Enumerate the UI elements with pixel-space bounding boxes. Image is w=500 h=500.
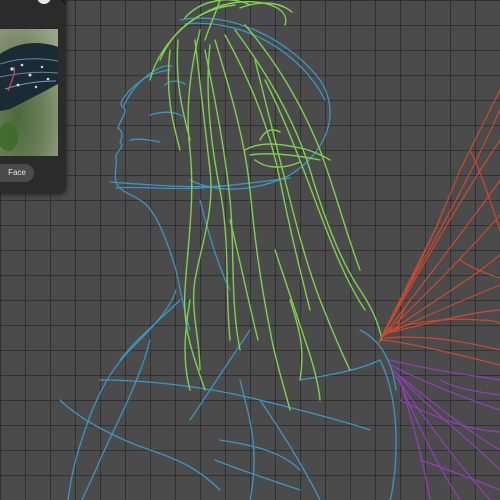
sketch-artwork <box>59 0 500 500</box>
hair-sketch-layer <box>149 0 383 411</box>
reference-photo <box>0 29 58 156</box>
reference-panel[interactable]: Face ✕ <box>0 0 66 194</box>
pin-icon <box>60 0 66 6</box>
lower-wing-sketch-layer <box>389 359 500 500</box>
body-sketch-layer <box>59 17 397 500</box>
upper-wing-sketch-layer <box>377 89 500 366</box>
close-icon[interactable]: ✕ <box>37 0 51 4</box>
reference-label[interactable]: Face <box>0 164 34 182</box>
drawing-canvas[interactable] <box>0 0 500 500</box>
